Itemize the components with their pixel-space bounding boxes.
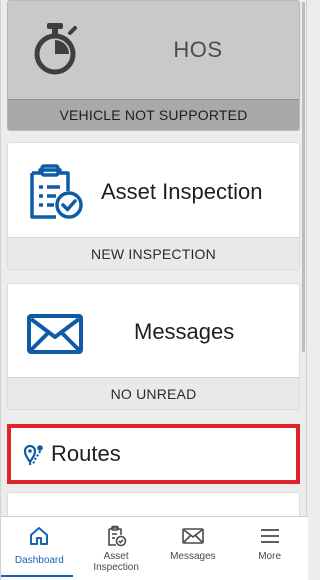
messages-title: Messages (134, 319, 235, 344)
stopwatch-icon (30, 21, 80, 82)
tab-messages-label: Messages (170, 551, 216, 562)
tab-asset-inspection-label: Asset Inspection (93, 551, 139, 573)
route-pin-icon (23, 442, 45, 466)
hos-card[interactable]: HOS VEHICLE NOT SUPPORTED (7, 0, 300, 131)
clipboard-check-icon (26, 163, 86, 226)
tab-dashboard-label: Dashboard (14, 555, 64, 566)
messages-card[interactable]: Messages NO UNREAD (7, 283, 300, 410)
hos-card-body: HOS (8, 1, 299, 99)
routes-item[interactable]: Routes (7, 424, 300, 484)
asset-inspection-title: Asset Inspection (101, 179, 263, 204)
tab-more-label: More (258, 551, 282, 562)
tab-messages[interactable]: Messages (155, 517, 232, 580)
tab-dashboard[interactable]: Dashboard (1, 517, 78, 580)
hos-title: HOS (173, 37, 223, 62)
messages-status: NO UNREAD (8, 377, 299, 409)
envelope-icon (182, 525, 204, 547)
hos-status: VEHICLE NOT SUPPORTED (8, 99, 299, 130)
scrollbar-thumb[interactable] (302, 2, 305, 352)
menu-icon (260, 525, 280, 547)
active-tab-indicator (1, 575, 73, 577)
asset-inspection-card-body: Asset Inspection (8, 143, 299, 239)
routes-label: Routes (51, 441, 121, 466)
dashboard-screen: HOS VEHICLE NOT SUPPORTED Asset Inspecti… (0, 0, 308, 580)
envelope-icon (27, 314, 83, 359)
asset-inspection-status: NEW INSPECTION (8, 237, 299, 269)
home-icon (28, 525, 50, 547)
messages-card-body: Messages (8, 284, 299, 379)
tab-more[interactable]: More (231, 517, 308, 580)
bottom-tab-bar: Dashboard Asset Inspection Messages More (1, 516, 308, 580)
asset-inspection-card[interactable]: Asset Inspection NEW INSPECTION (7, 142, 300, 270)
clipboard-check-icon (105, 525, 127, 547)
tab-asset-inspection[interactable]: Asset Inspection (78, 517, 155, 580)
